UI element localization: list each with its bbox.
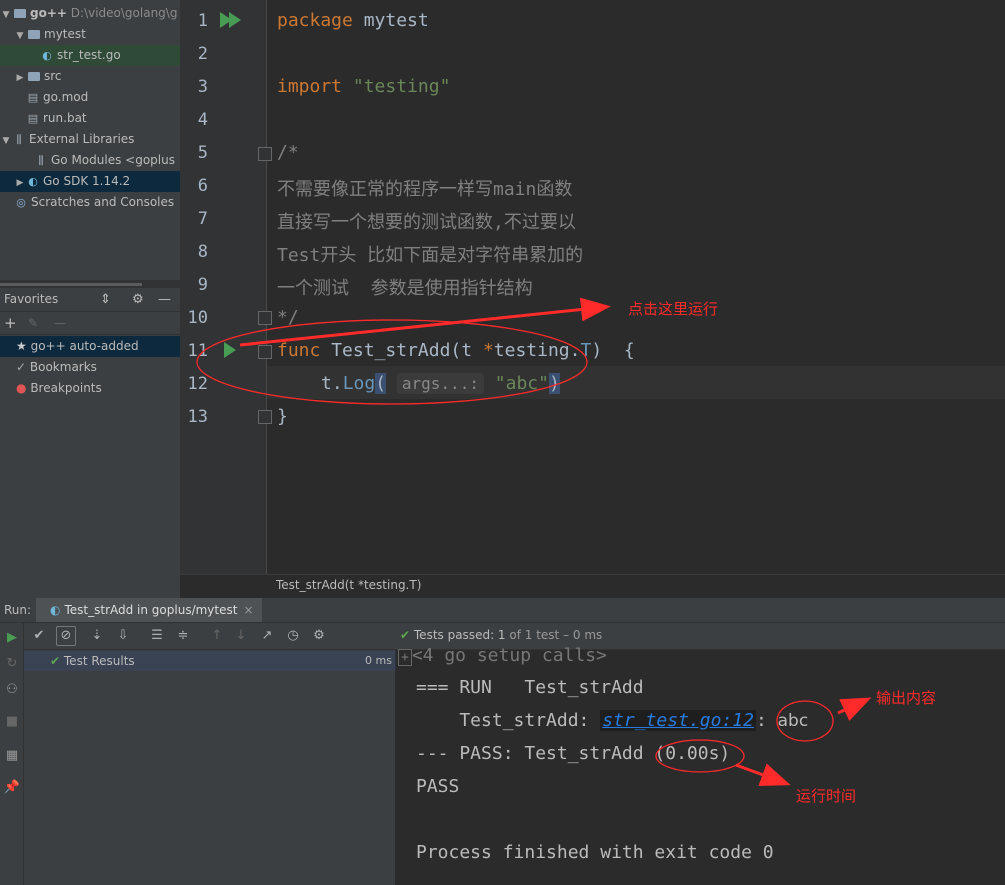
annotation-output: 输出内容 — [876, 689, 937, 707]
annotation-run-time: 运行时间 — [796, 787, 857, 805]
annotation-ellipse-time — [655, 739, 745, 773]
annotation-run-here: 点击这里运行 — [628, 300, 719, 318]
annotation-ellipse-output — [776, 700, 834, 742]
annotation-overlay — [196, 297, 872, 786]
annotation-ellipse-function — [196, 319, 588, 405]
annotation-arrow-output — [837, 697, 872, 721]
annotation-arrow-time — [735, 763, 791, 786]
